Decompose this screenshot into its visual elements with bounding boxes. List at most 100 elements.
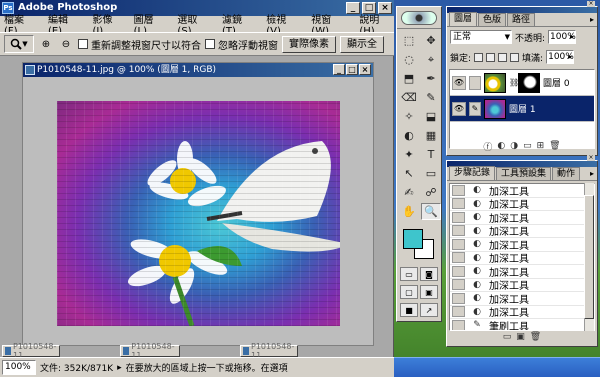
fit-screen-button[interactable]: 顯示全 [340, 35, 384, 53]
palette-menu-icon[interactable]: ▸ [590, 169, 594, 178]
resize-windows-checkbox[interactable] [78, 39, 88, 49]
imageready-jump-icon[interactable]: ↗ [420, 303, 438, 317]
palette-menu-icon[interactable]: ▸ [590, 15, 594, 24]
history-scrollbar[interactable] [584, 183, 594, 331]
doc-close-button[interactable]: × [359, 64, 371, 75]
healing-brush-tool-icon[interactable]: ⌫ [399, 89, 419, 106]
layer-style-icon[interactable]: ⓕ [483, 140, 492, 153]
palette-close-icon[interactable]: × [587, 155, 595, 161]
opacity-field[interactable]: 100% [548, 30, 577, 44]
new-layer-icon[interactable]: ⊞ [537, 141, 545, 151]
foreground-color-swatch[interactable] [403, 229, 423, 249]
history-source-box[interactable] [452, 211, 465, 223]
trash-icon[interactable]: 🗑 [549, 141, 560, 151]
eraser-tool-icon[interactable]: ◐ [399, 127, 419, 144]
history-source-box[interactable] [452, 252, 465, 264]
layer-list: 👁 ⛓ 圖層 0 👁 ✎ 圖層 1 [449, 69, 595, 149]
image-canvas[interactable] [57, 101, 340, 326]
lock-transparency-icon[interactable] [474, 52, 484, 62]
notes-tool-icon[interactable]: ✍ [399, 184, 419, 201]
status-arrow-icon[interactable]: ▸ [117, 363, 122, 373]
adobe-online-icon[interactable] [401, 10, 437, 25]
document-controls: _ □ × [333, 64, 371, 75]
lasso-tool-icon[interactable]: ◌ [399, 51, 419, 68]
slice-tool-icon[interactable]: ✒ [421, 70, 441, 87]
crop-tool-icon[interactable]: ⬒ [399, 70, 419, 87]
taskbar-strip [394, 357, 600, 377]
history-source-box[interactable] [452, 225, 465, 237]
quick-mask-mode-icon[interactable]: ◙ [420, 267, 438, 281]
path-selection-tool-icon[interactable]: ↖ [399, 165, 419, 182]
layer-mask-thumbnail[interactable] [518, 72, 540, 93]
mask-link-icon[interactable]: ⛓ [509, 78, 519, 87]
zoom-level-field[interactable]: 100% [2, 360, 36, 375]
history-source-box[interactable] [452, 265, 465, 277]
magic-wand-tool-icon[interactable]: ⌖ [421, 51, 441, 68]
tool-preset-picker[interactable]: ▼ [4, 35, 34, 53]
history-source-box[interactable] [452, 184, 465, 196]
history-source-box[interactable] [452, 198, 465, 210]
tab-layers[interactable]: 圖層 [449, 12, 478, 26]
standard-mode-icon[interactable]: ▭ [400, 267, 418, 281]
blend-mode-select[interactable]: 正常 [450, 30, 512, 44]
zoom-in-button[interactable]: ⊕ [38, 36, 54, 52]
toolbox-header[interactable] [397, 7, 441, 29]
type-tool-icon[interactable]: T [421, 146, 441, 163]
paint-brush-icon[interactable]: ✎ [469, 101, 481, 116]
rectangle-tool-icon[interactable]: ▭ [421, 165, 441, 182]
adjustment-layer-icon[interactable]: ◑ [510, 141, 518, 151]
tab-history[interactable]: 步驟記錄 [449, 166, 496, 180]
tab-actions[interactable]: 動作 [552, 167, 581, 180]
document-size-info[interactable]: 文件: 352K/871K [40, 361, 113, 374]
visibility-eye-icon[interactable]: 👁 [452, 75, 466, 90]
lock-pixels-icon[interactable] [486, 52, 496, 62]
full-screen-mode-icon[interactable]: ■ [400, 303, 418, 317]
visibility-eye-icon[interactable]: 👁 [452, 101, 466, 116]
gradient-tool-icon[interactable]: ▦ [421, 127, 441, 144]
tab-paths[interactable]: 路徑 [507, 13, 536, 26]
actual-pixels-button[interactable]: 實際像素 [282, 35, 336, 53]
standard-screen-mode-icon[interactable]: ▢ [400, 285, 418, 299]
scrollbar-thumb[interactable] [584, 195, 594, 319]
ignore-palettes-checkbox[interactable] [205, 39, 215, 49]
history-source-box[interactable] [452, 292, 465, 304]
trash-icon[interactable]: 🗑 [530, 332, 541, 342]
tab-channels[interactable]: 色版 [478, 13, 507, 26]
resize-windows-option[interactable]: 重新調整視窗尺寸以符合 [78, 37, 201, 52]
document-titlebar[interactable]: P1010548-11.jpg @ 100% (圖層 1, RGB) _ □ × [23, 63, 373, 77]
fill-field[interactable]: 100% [546, 50, 575, 64]
blur-tool-icon[interactable]: ✦ [399, 146, 419, 163]
minimized-doc-2[interactable]: P1010548-11... [120, 342, 180, 360]
clone-stamp-tool-icon[interactable]: ✧ [399, 108, 419, 125]
new-document-icon[interactable]: ▭ [503, 332, 512, 342]
full-screen-menu-mode-icon[interactable]: ▣ [420, 285, 438, 299]
ignore-palettes-option[interactable]: 忽略浮動視窗 [205, 37, 278, 52]
hand-tool-icon[interactable]: ✋ [399, 203, 419, 220]
zoom-out-button[interactable]: ⊖ [58, 36, 74, 52]
move-tool-icon[interactable]: ✥ [421, 32, 441, 49]
lock-all-icon[interactable] [510, 52, 520, 62]
new-set-icon[interactable]: ▭ [523, 141, 532, 151]
layer-link-box[interactable] [469, 75, 481, 90]
minimized-doc-3[interactable]: P1010548-11... [240, 342, 298, 360]
history-source-box[interactable] [452, 279, 465, 291]
layer-row-selected[interactable]: 👁 ✎ 圖層 1 [450, 96, 594, 122]
add-mask-icon[interactable]: ◐ [497, 141, 505, 151]
new-snapshot-icon[interactable]: ▣ [516, 332, 525, 342]
tab-tool-presets[interactable]: 工具預設集 [496, 167, 552, 180]
zoom-tool-icon[interactable]: 🔍 [421, 203, 441, 220]
marquee-tool-icon[interactable]: ⬚ [399, 32, 419, 49]
history-source-box[interactable] [452, 238, 465, 250]
layer-row[interactable]: 👁 ⛓ 圖層 0 [450, 70, 594, 96]
palette-close-icon[interactable]: × [587, 1, 595, 7]
history-brush-tool-icon[interactable]: ⬓ [421, 108, 441, 125]
lock-position-icon[interactable] [498, 52, 508, 62]
brush-tool-icon[interactable]: ✎ [421, 89, 441, 106]
eyedropper-tool-icon[interactable]: ☍ [421, 184, 441, 201]
doc-maximize-button[interactable]: □ [346, 64, 358, 75]
brush-tool-icon: ✎ [473, 320, 481, 331]
history-source-box[interactable] [452, 306, 465, 318]
burn-tool-icon: ◐ [473, 279, 481, 290]
doc-minimize-button[interactable]: _ [333, 64, 345, 75]
minimized-doc-1[interactable]: P1010548-11... [2, 342, 60, 360]
